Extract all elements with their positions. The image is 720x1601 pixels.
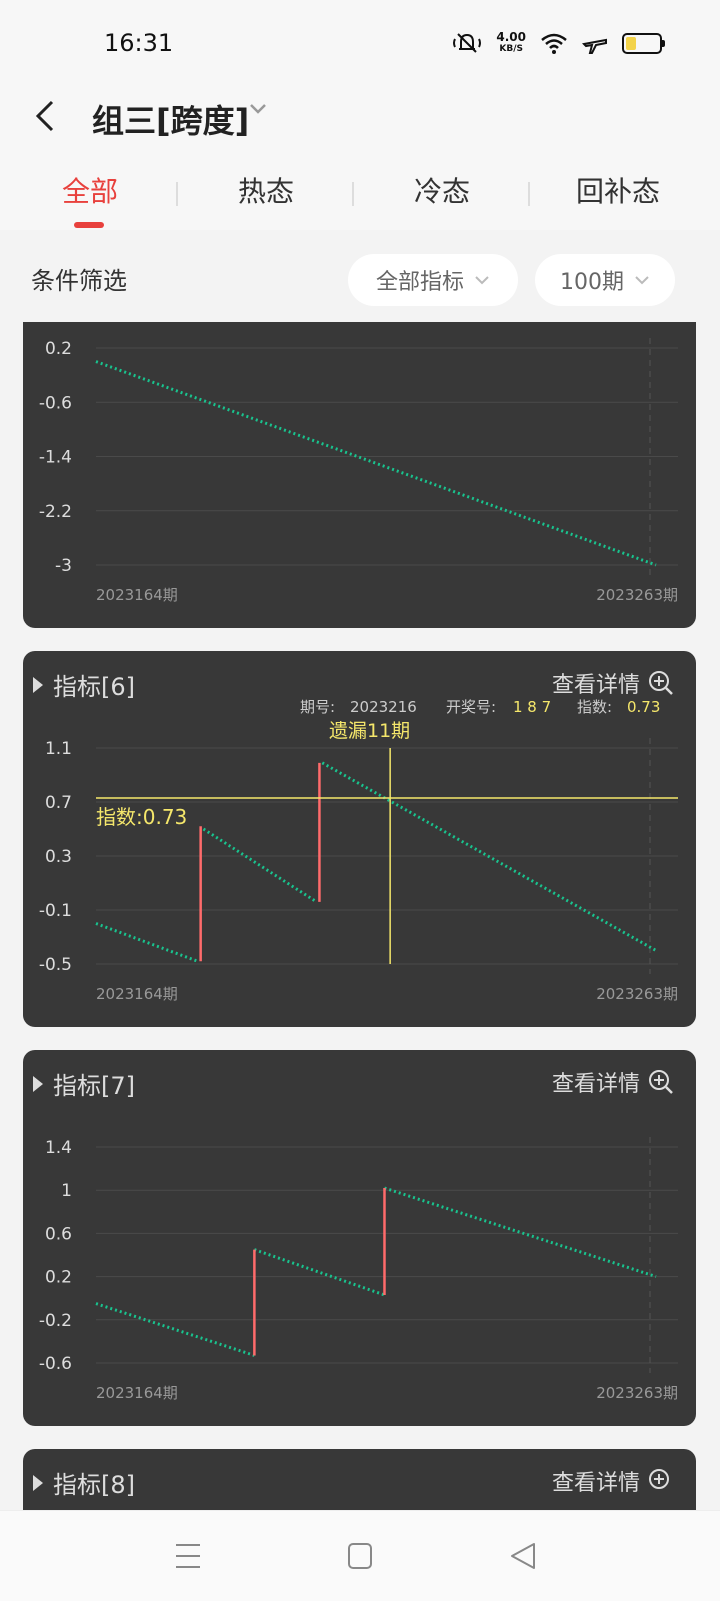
zoom-in-icon — [649, 1469, 669, 1489]
y-tick-label: -0.1 — [39, 901, 72, 921]
indicator-chart[interactable]: 1.4 1 0.6 0.2 -0.2 -0.6 2023164期 2023263期 — [23, 1050, 696, 1426]
x-end-label: 2023263期 — [596, 586, 678, 604]
view-detail-label: 查看详情 — [551, 1471, 640, 1496]
view-detail-button[interactable]: 查看详情 — [552, 1465, 674, 1497]
info-index-key: 指数: — [577, 698, 612, 716]
series-segment — [95, 1302, 255, 1357]
indicator-card: 指标[7] 查看详情 1.4 1 0.6 0.2 -0.2 -0.6 2023164期 202… — [23, 1050, 696, 1426]
info-draw-value: 1 8 7 — [513, 698, 551, 716]
y-tick-label: 1.1 — [45, 739, 72, 759]
active-tab-indicator — [74, 222, 104, 228]
indicator-card: 0.2 -0.6 -1.4 -2.2 -3 2023164期 2023263期 — [23, 322, 696, 628]
x-end-label: 2023263期 — [596, 1384, 678, 1402]
info-draw-key: 开奖号: — [446, 698, 496, 716]
menu-icon[interactable] — [168, 1541, 208, 1571]
series-segment — [202, 827, 318, 904]
tab-all[interactable]: 全部 — [0, 170, 180, 210]
y-tick-label: 0.6 — [45, 1224, 72, 1244]
series-segment — [95, 360, 657, 567]
indicator-dropdown[interactable]: 全部指标 — [348, 254, 518, 306]
series-segment — [384, 1186, 657, 1279]
wifi-icon — [541, 33, 567, 54]
indicator-chart[interactable]: 期号: 2023216 开奖号: 1 8 7 指数: 0.73 遗漏11期 1.… — [23, 651, 696, 1027]
y-tick-label: 0.2 — [45, 339, 72, 359]
filter-bar: 条件筛选 全部指标 100期 — [0, 230, 720, 330]
tab-hot[interactable]: 热态 — [176, 170, 356, 210]
miss-count-label: 遗漏11期 — [329, 720, 410, 742]
period-dropdown[interactable]: 100期 — [535, 254, 675, 306]
app-header: 组三[跨度] 全部 热态 冷态 回补态 — [0, 80, 720, 230]
series-segment — [321, 761, 657, 952]
status-bar: 16:31 4.00 KB/S — [0, 0, 720, 80]
y-tick-label: -0.2 — [39, 1311, 72, 1331]
y-tick-label: 0.7 — [45, 793, 72, 813]
indicator-chart[interactable]: 0.2 -0.6 -1.4 -2.2 -3 2023164期 2023263期 — [23, 322, 696, 628]
card-title[interactable]: 指标[8] — [23, 1465, 135, 1500]
indicator-dropdown-label: 全部指标 — [375, 270, 464, 295]
x-end-label: 2023263期 — [596, 985, 678, 1003]
page-title[interactable]: 组三[跨度] — [92, 96, 249, 142]
x-start-label: 2023164期 — [96, 586, 178, 604]
series-segment — [253, 1248, 385, 1297]
y-tick-label: -3 — [55, 556, 72, 576]
y-tick-label: 1 — [61, 1181, 72, 1201]
y-tick-label: 0.3 — [45, 847, 72, 867]
info-period-key: 期号: — [300, 698, 335, 716]
y-tick-label: 0.2 — [45, 1268, 72, 1288]
home-icon[interactable] — [340, 1541, 380, 1571]
info-period-value: 2023216 — [350, 698, 417, 716]
back-icon[interactable] — [504, 1541, 544, 1571]
y-tick-label: -0.6 — [39, 393, 72, 413]
y-tick-label: -1.4 — [39, 448, 72, 468]
status-icons: 4.00 KB/S — [452, 30, 665, 56]
chevron-down-icon[interactable] — [248, 102, 268, 116]
tab-cold[interactable]: 冷态 — [352, 170, 532, 210]
chevron-down-icon — [635, 276, 649, 285]
card-title-label: 指标[8] — [53, 1471, 135, 1499]
expand-triangle-icon — [33, 1474, 43, 1491]
indicator-card: 指标[6] 查看详情 期号: 2023216 开奖号: 1 8 7 指数: 0.… — [23, 651, 696, 1027]
y-tick-label: -0.5 — [39, 955, 72, 975]
net-speed: 4.00 KB/S — [496, 31, 526, 55]
tab-refill[interactable]: 回补态 — [528, 170, 708, 210]
index-value-tag: 指数:0.73 — [96, 805, 187, 829]
battery-icon — [622, 32, 665, 54]
x-start-label: 2023164期 — [96, 1384, 178, 1402]
chevron-down-icon — [475, 276, 489, 285]
series-segment — [95, 922, 199, 963]
back-arrow-icon[interactable] — [32, 96, 56, 136]
net-speed-unit: KB/S — [499, 44, 523, 54]
net-speed-value: 4.00 — [496, 30, 526, 44]
mute-icon — [453, 33, 482, 53]
status-time: 16:31 — [104, 29, 174, 57]
airplane-icon — [582, 38, 607, 54]
y-tick-label: -2.2 — [39, 502, 72, 522]
tab-bar: 全部 热态 冷态 回补态 — [0, 170, 720, 230]
period-dropdown-label: 100期 — [560, 270, 624, 295]
info-index-value: 0.73 — [627, 698, 660, 716]
y-tick-label: -0.6 — [39, 1354, 72, 1374]
system-nav-bar — [0, 1510, 720, 1601]
filter-label: 条件筛选 — [31, 267, 127, 295]
y-tick-label: 1.4 — [45, 1138, 72, 1158]
x-start-label: 2023164期 — [96, 985, 178, 1003]
